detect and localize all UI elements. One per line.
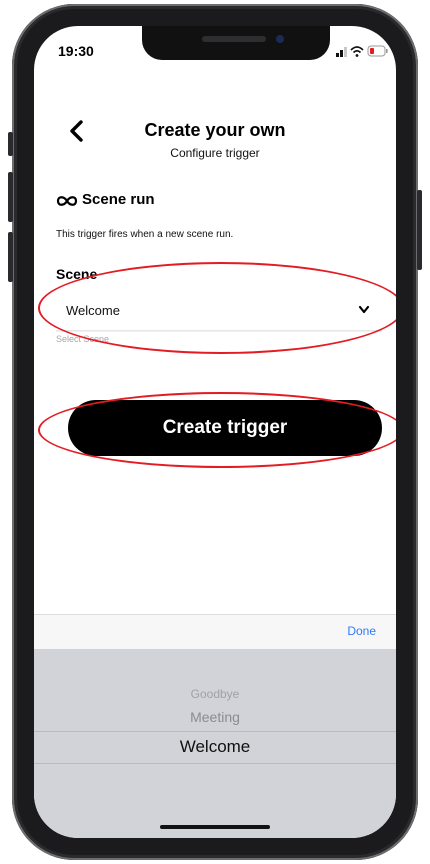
- battery-icon: [367, 45, 388, 57]
- picker-selection-line-bottom: [34, 763, 396, 764]
- picker-option[interactable]: Meeting: [34, 709, 396, 725]
- picker-selection-line-top: [34, 731, 396, 732]
- home-indicator: [160, 825, 270, 829]
- scene-helper-text: Select Scene: [56, 334, 110, 344]
- scene-select-value: Welcome: [66, 303, 120, 318]
- notch: [142, 26, 330, 60]
- trigger-description: This trigger fires when a new scene run.: [56, 229, 234, 240]
- picker-option[interactable]: Goodbye: [34, 687, 396, 701]
- volume-down-button: [8, 232, 13, 282]
- wifi-icon: [350, 46, 364, 57]
- volume-up-button: [8, 172, 13, 222]
- status-icons: [336, 45, 388, 57]
- silent-switch: [8, 132, 13, 156]
- chevron-down-icon: [358, 305, 370, 314]
- status-time: 19:30: [58, 43, 94, 59]
- page-subtitle: Configure trigger: [170, 146, 260, 160]
- scene-picker-wheel[interactable]: Goodbye Meeting Welcome: [34, 649, 396, 838]
- done-button[interactable]: Done: [347, 624, 376, 638]
- phone-screen: 19:30 Create your own Configure trigger …: [34, 26, 396, 838]
- scene-select[interactable]: Welcome: [56, 292, 382, 331]
- power-button: [417, 190, 422, 270]
- picker-toolbar: Done: [34, 614, 396, 649]
- picker-option-selected[interactable]: Welcome: [34, 737, 396, 757]
- page-title: Create your own: [144, 120, 286, 140]
- scene-loop-icon: [56, 196, 78, 206]
- trigger-name: Scene run: [82, 191, 155, 208]
- scene-field-label: Scene: [56, 266, 98, 282]
- front-camera: [276, 35, 284, 43]
- signal-icon: [336, 47, 347, 57]
- create-trigger-button[interactable]: Create trigger: [68, 400, 382, 456]
- speaker-grille: [202, 36, 266, 42]
